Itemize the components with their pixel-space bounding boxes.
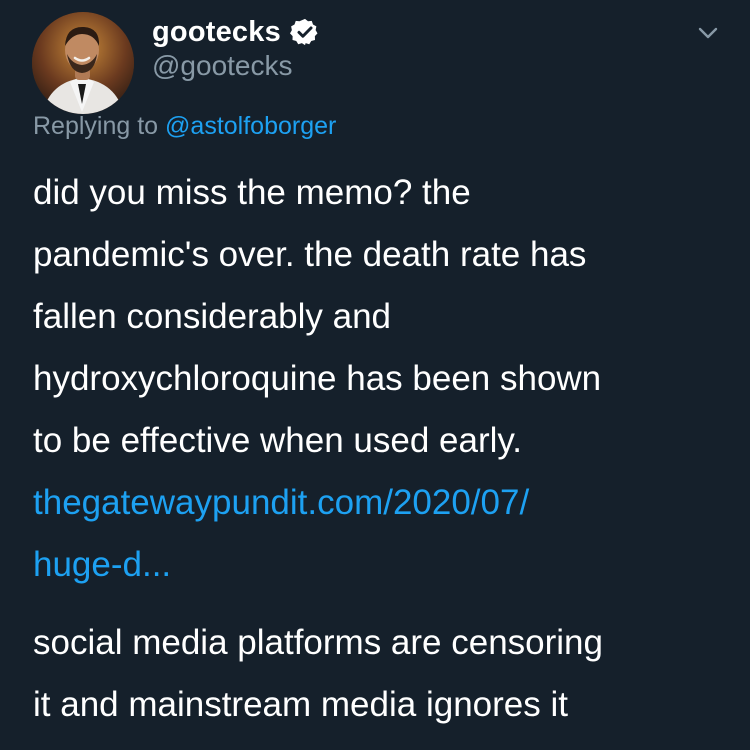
tweet: gootecks @gootecks Replying to @astolfob…	[0, 0, 750, 750]
replying-to-line: Replying to @astolfoborger	[33, 112, 336, 141]
tweet-text-line: did you miss the memo? the	[33, 173, 471, 212]
tweet-text-line: it and mainstream media ignores it	[33, 685, 568, 724]
verified-badge-icon	[289, 18, 318, 46]
tweet-text-line: pandemic's over. the death rate has	[33, 235, 587, 274]
replying-to-mention[interactable]: @astolfoborger	[165, 112, 336, 140]
tweet-text-line: social media platforms are censoring	[33, 623, 603, 662]
tweet-text: did you miss the memo? the pandemic's ov…	[33, 162, 733, 596]
avatar-image	[32, 12, 134, 114]
tweet-text-line: fallen considerably and	[33, 297, 392, 336]
avatar[interactable]	[32, 12, 134, 114]
tweet-link[interactable]: thegatewaypundit.com/2020/07/	[33, 472, 733, 534]
tweet-link-continued[interactable]: huge-d...	[33, 534, 733, 596]
display-name-row[interactable]: gootecks	[152, 12, 320, 52]
tweet-text-line: hydroxychloroquine has been shown	[33, 359, 602, 398]
chevron-down-icon[interactable]	[692, 20, 724, 48]
display-name[interactable]: gootecks	[152, 16, 281, 49]
tweet-text-line: to be effective when used early.	[33, 421, 523, 460]
tweet-text-paragraph-2: social media platforms are censoring it …	[33, 612, 733, 736]
replying-to-prefix: Replying to	[33, 112, 159, 140]
user-handle[interactable]: @gootecks	[152, 50, 293, 82]
